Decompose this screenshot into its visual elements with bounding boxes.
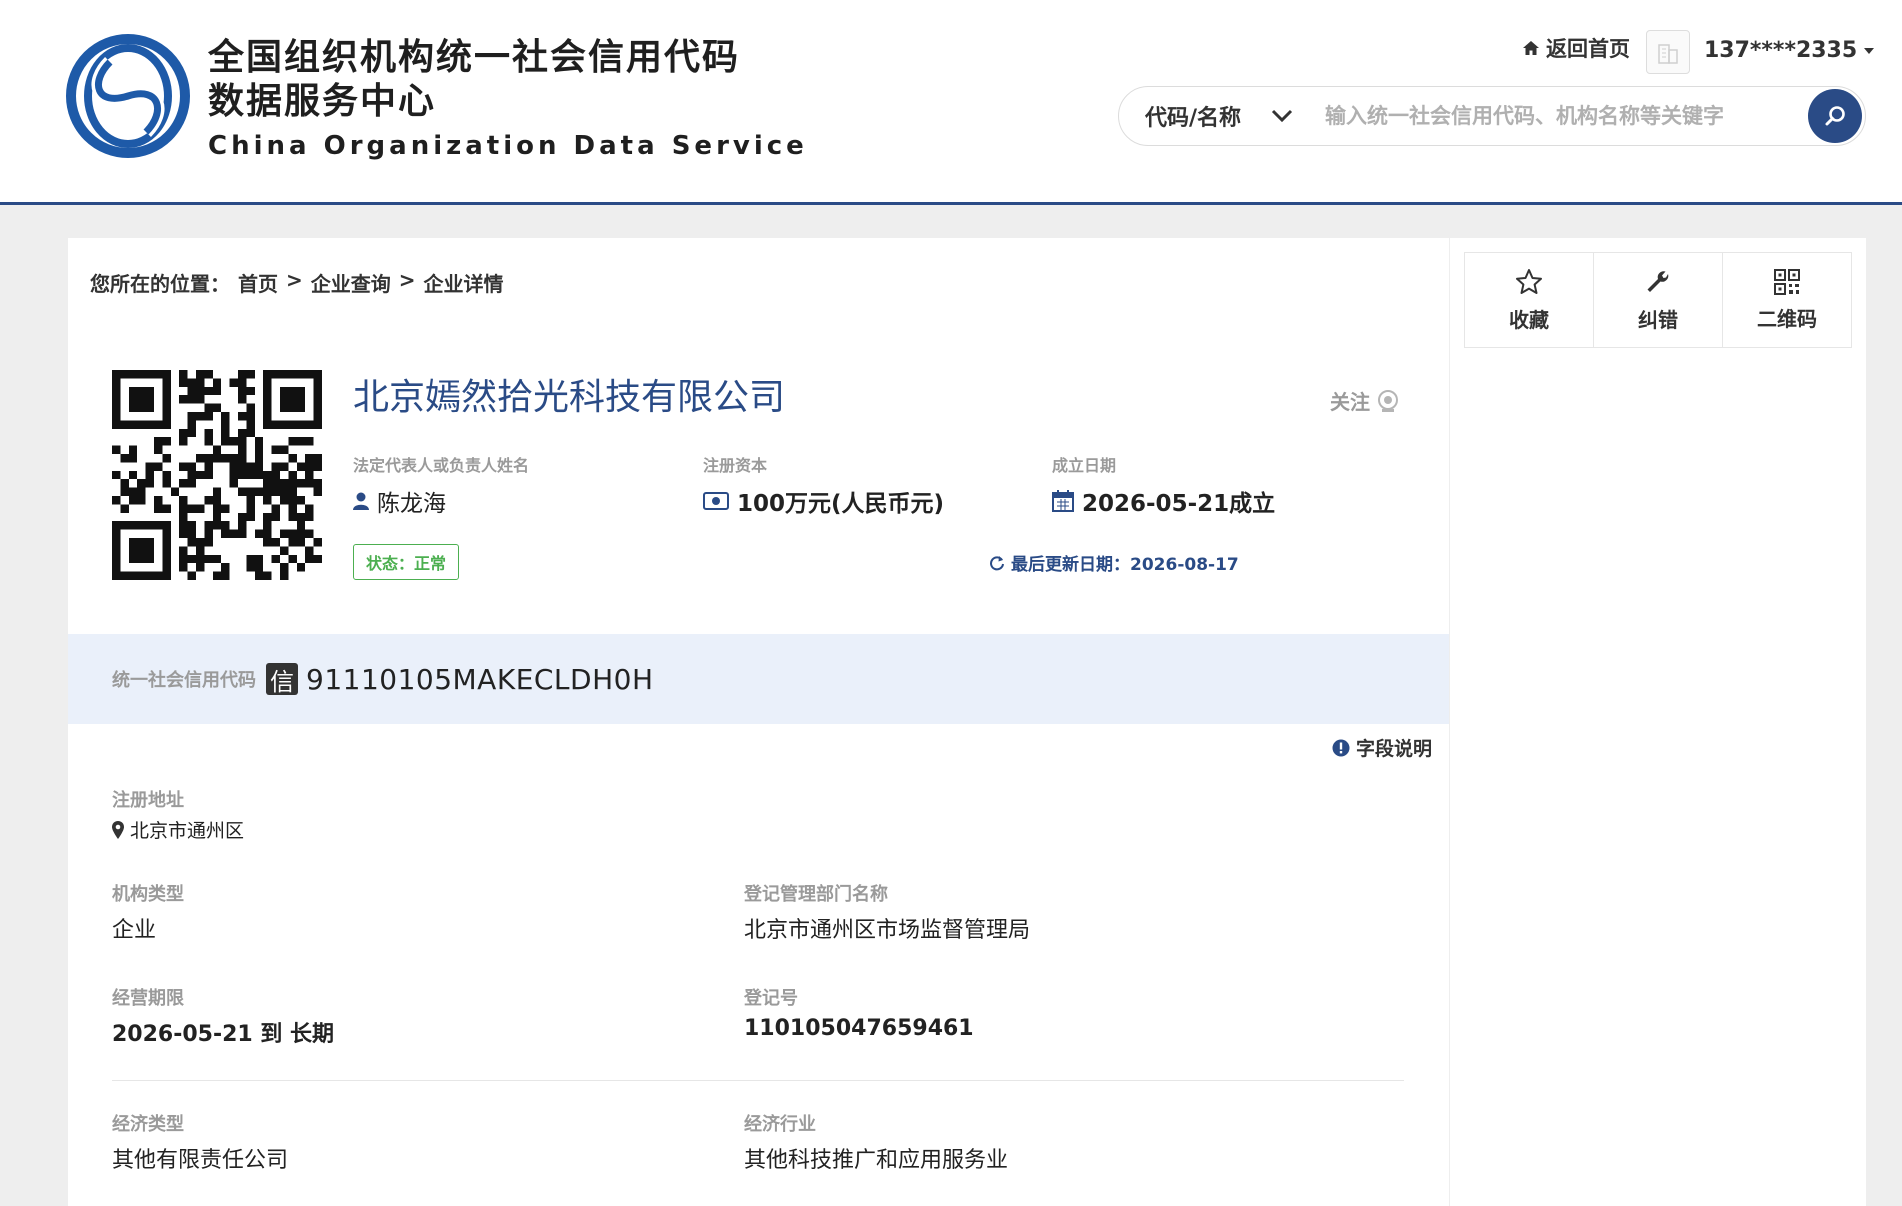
qrcode-button[interactable]: 二维码 [1723, 253, 1851, 347]
credit-code-value: 91110105MAKECLDH0H [306, 662, 654, 696]
company-name: 北京嫣然拾光科技有限公司 [353, 377, 786, 418]
qrcode-label: 二维码 [1757, 306, 1817, 331]
legal-rep-name: 陈龙海 [377, 491, 446, 517]
breadcrumb-separator: > [398, 268, 416, 292]
map-pin-icon [112, 820, 124, 839]
avatar[interactable] [1646, 30, 1690, 74]
reg-dept-value: 北京市通州区市场监督管理局 [744, 918, 1031, 943]
capital-amount: 100万元(人民币元) [737, 491, 945, 517]
follow-icon [1378, 389, 1398, 412]
breadcrumb-item-search[interactable]: 企业查询 [311, 268, 391, 297]
industry-label: 经济行业 [744, 1114, 816, 1135]
money-icon [703, 492, 729, 510]
credit-code-band: 统一社会信用代码 信 91110105MAKECLDH0H [68, 634, 1449, 724]
logo-text[interactable]: 全国组织机构统一社会信用代码 数据服务中心 China Organization… [208, 36, 808, 166]
capital-label: 注册资本 [703, 456, 768, 475]
org-type-label: 机构类型 [112, 884, 184, 905]
founded-date: 2026-05-21成立 [1082, 491, 1276, 517]
org-type-value: 企业 [112, 918, 157, 943]
breadcrumb: 您所在的位置： 首页 > 企业查询 > 企业详情 [90, 268, 504, 297]
logo-subtitle-cn: 数据服务中心 [208, 81, 437, 122]
divider [112, 1080, 1404, 1081]
side-actions: 收藏 纠错 二维码 [1464, 252, 1852, 348]
company-detail-card: 您所在的位置： 首页 > 企业查询 > 企业详情 北京嫣然拾光科技有限公司 关注… [68, 238, 1449, 1206]
field-help-link[interactable]: 字段说明 [1332, 734, 1432, 761]
refresh-icon [990, 555, 1004, 570]
founded-label: 成立日期 [1052, 456, 1117, 475]
company-qr-code [112, 370, 322, 580]
wrench-icon [1647, 270, 1669, 292]
search-input[interactable] [1313, 104, 1808, 128]
field-help-label: 字段说明 [1356, 738, 1433, 760]
logo-title-en: China Organization Data Service [208, 131, 808, 161]
user-icon [353, 492, 369, 510]
qrcode-icon [1774, 268, 1800, 295]
calendar-icon [1052, 490, 1074, 512]
side-panel: 收藏 纠错 二维码 [1450, 238, 1866, 1206]
breadcrumb-prefix: 您所在的位置： [90, 272, 230, 296]
search-button[interactable] [1808, 89, 1862, 143]
founded-value: 2026-05-21成立 [1052, 484, 1275, 518]
reg-no-value: 110105047659461 [744, 1016, 974, 1041]
search-type-select[interactable]: 代码/名称 [1119, 100, 1313, 132]
econ-type-value: 其他有限责任公司 [112, 1148, 289, 1173]
logo-icon[interactable] [66, 34, 190, 158]
search-type-label: 代码/名称 [1145, 106, 1242, 131]
capital-value: 100万元(人民币元) [703, 484, 944, 518]
address-label: 注册地址 [112, 790, 184, 811]
chevron-down-icon [1271, 109, 1293, 123]
search-icon [1825, 106, 1845, 126]
follow-label: 关注 [1330, 390, 1370, 414]
industry-value: 其他科技推广和应用服务业 [744, 1148, 1009, 1173]
breadcrumb-item-detail: 企业详情 [423, 272, 504, 296]
econ-type-label: 经济类型 [112, 1114, 184, 1135]
user-menu[interactable]: 137****2335 [1704, 38, 1875, 63]
site-header: 全国组织机构统一社会信用代码 数据服务中心 China Organization… [0, 0, 1902, 205]
term-label: 经营期限 [112, 988, 184, 1009]
report-error-label: 纠错 [1638, 307, 1678, 332]
term-value: 2026-05-21 到 长期 [112, 1022, 335, 1047]
legal-rep-value: 陈龙海 [353, 484, 446, 518]
last-update-text: 最后更新日期：2026-08-17 [1011, 555, 1239, 575]
credit-code-label: 统一社会信用代码 [112, 670, 256, 691]
favorite-button[interactable]: 收藏 [1465, 253, 1594, 347]
logo-title-cn: 全国组织机构统一社会信用代码 [208, 37, 741, 78]
breadcrumb-item-home[interactable]: 首页 [238, 268, 278, 297]
user-name-label: 137****2335 [1704, 38, 1858, 63]
home-link[interactable]: 返回首页 [1522, 33, 1630, 63]
search-bar: 代码/名称 [1118, 86, 1866, 146]
home-icon [1523, 41, 1539, 55]
address-text: 北京市通州区 [130, 820, 245, 842]
info-icon [1332, 739, 1350, 756]
report-error-button[interactable]: 纠错 [1594, 253, 1723, 347]
home-link-label: 返回首页 [1546, 37, 1630, 61]
favorite-label: 收藏 [1509, 307, 1549, 332]
reg-no-label: 登记号 [744, 988, 798, 1009]
address-value: 北京市通州区 [112, 816, 244, 843]
building-icon [1658, 44, 1678, 64]
credit-icon: 信 [266, 663, 298, 696]
star-icon [1516, 268, 1542, 294]
reg-dept-label: 登记管理部门名称 [744, 884, 888, 905]
status-badge: 状态：正常 [353, 544, 460, 580]
follow-button[interactable]: 关注 [1330, 386, 1400, 415]
caret-down-icon [1864, 47, 1875, 54]
last-update: 最后更新日期：2026-08-17 [989, 550, 1239, 575]
legal-rep-label: 法定代表人或负责人姓名 [353, 456, 530, 475]
breadcrumb-separator: > [286, 268, 303, 292]
